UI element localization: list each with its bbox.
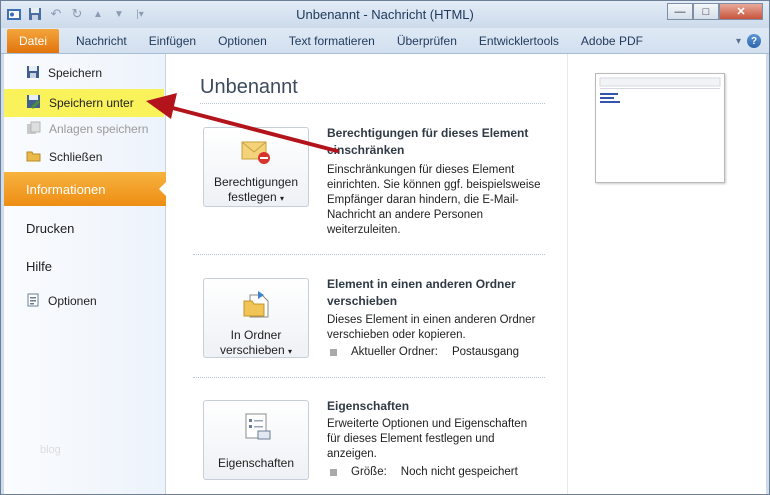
- maximize-button[interactable]: □: [693, 3, 719, 20]
- eigenschaften-label: Eigenschaften: [217, 456, 295, 470]
- question-icon[interactable]: ?: [747, 34, 761, 48]
- permissions-description: Einschränkungen für dieses Element einri…: [327, 164, 541, 236]
- backstage-nav: Speichern Speichern unter Anlagen speich…: [4, 54, 167, 494]
- page-title: Unbenannt: [200, 76, 298, 98]
- size-row: Größe: Noch nicht gespeichert: [330, 466, 518, 478]
- tab-einfuegen[interactable]: Einfügen: [138, 29, 207, 53]
- ribbon-right-controls: ▾ ?: [736, 29, 769, 53]
- properties-description: Erweiterte Optionen und Eigenschaften fü…: [327, 418, 528, 460]
- bullet-icon: [330, 468, 337, 476]
- section-divider: [193, 254, 545, 255]
- save-as-icon: [26, 94, 41, 112]
- move-title: Element in einen anderen Ordner verschie…: [327, 277, 516, 308]
- nav-tab-hilfe[interactable]: Hilfe: [4, 249, 166, 283]
- in-ordner-verschieben-button[interactable]: In Ordner verschieben ▾: [203, 278, 309, 358]
- tab-text-formatieren[interactable]: Text formatieren: [278, 29, 386, 53]
- optionen-label: Optionen: [48, 294, 97, 308]
- nav-tab-drucken[interactable]: Drucken: [4, 211, 166, 245]
- faded-watermark-text: blog: [40, 444, 61, 456]
- bullet-icon: [330, 348, 337, 356]
- eigenschaften-button[interactable]: Eigenschaften: [203, 400, 309, 480]
- in-ordner-label-line1: In Ordner: [230, 328, 282, 342]
- anlagen-speichern-command[interactable]: Anlagen speichern: [4, 117, 164, 141]
- speichern-command[interactable]: Speichern: [4, 61, 164, 85]
- tab-nachricht[interactable]: Nachricht: [65, 29, 138, 53]
- properties-icon: [240, 411, 272, 444]
- envelope-restricted-icon: [240, 138, 272, 169]
- berechtigungen-festlegen-button[interactable]: Berechtigungen festlegen ▾: [203, 127, 309, 207]
- move-folder-icon: [240, 289, 272, 322]
- speichern-label: Speichern: [48, 66, 103, 80]
- options-icon: [26, 293, 40, 310]
- berechtigungen-label-line1: Berechtigungen: [213, 175, 299, 189]
- title-bar: ↶ ↻ ▲ ▼ |▾ Unbenannt - Nachricht (HTML) …: [1, 1, 769, 28]
- schliessen-label: Schließen: [49, 150, 103, 164]
- dropdown-arrow-icon: ▾: [288, 347, 293, 356]
- preview-panel: [567, 54, 766, 494]
- section-divider: [193, 377, 545, 378]
- minimize-button[interactable]: —: [667, 3, 693, 20]
- outlook-message-window: ↶ ↻ ▲ ▼ |▾ Unbenannt - Nachricht (HTML) …: [0, 0, 770, 495]
- message-preview-thumbnail[interactable]: [595, 73, 725, 183]
- tab-entwicklertools[interactable]: Entwicklertools: [468, 29, 570, 53]
- speichern-unter-command[interactable]: Speichern unter: [4, 89, 164, 117]
- properties-title: Eigenschaften: [327, 399, 410, 413]
- speichern-unter-label: Speichern unter: [49, 96, 134, 110]
- tab-optionen[interactable]: Optionen: [207, 29, 278, 53]
- window-controls: — □ ✕: [667, 3, 763, 20]
- folder-icon: [26, 149, 41, 165]
- title-divider: [200, 103, 545, 104]
- nav-tab-informationen[interactable]: Informationen: [4, 172, 167, 206]
- tab-datei[interactable]: Datei: [7, 29, 60, 53]
- window-title: Unbenannt - Nachricht (HTML): [296, 7, 474, 22]
- close-button[interactable]: ✕: [719, 3, 763, 20]
- current-folder-value: Postausgang: [451, 346, 520, 358]
- tab-ueberpruefen[interactable]: Überprüfen: [386, 29, 468, 53]
- current-folder-label: Aktueller Ordner:: [351, 346, 438, 358]
- optionen-command[interactable]: Optionen: [4, 289, 164, 313]
- in-ordner-label-line2: verschieben: [219, 343, 285, 357]
- berechtigungen-label-line2: festlegen: [227, 190, 277, 204]
- tab-adobe-pdf[interactable]: Adobe PDF: [570, 29, 654, 53]
- current-folder-row: Aktueller Ordner: Postausgang: [330, 346, 519, 358]
- backstage-view: Speichern Speichern unter Anlagen speich…: [4, 54, 766, 494]
- schliessen-command[interactable]: Schließen: [4, 145, 164, 169]
- save-icon: [26, 65, 40, 82]
- size-value: Noch nicht gespeichert: [400, 466, 518, 478]
- permissions-title: Berechtigungen für dieses Element einsch…: [327, 126, 529, 157]
- move-description: Dieses Element in einen anderen Ordner v…: [327, 314, 536, 341]
- minimize-ribbon-icon[interactable]: ▾: [736, 36, 741, 47]
- anlagen-speichern-label: Anlagen speichern: [49, 122, 149, 136]
- ribbon-tabs: Datei Nachricht Einfügen Optionen Text f…: [1, 28, 769, 54]
- dropdown-arrow-icon: ▾: [280, 194, 285, 203]
- size-label: Größe:: [351, 466, 387, 478]
- attachments-icon: [26, 121, 41, 138]
- info-panel: Unbenannt Berechtigungen festlegen ▾ Ber…: [167, 54, 567, 494]
